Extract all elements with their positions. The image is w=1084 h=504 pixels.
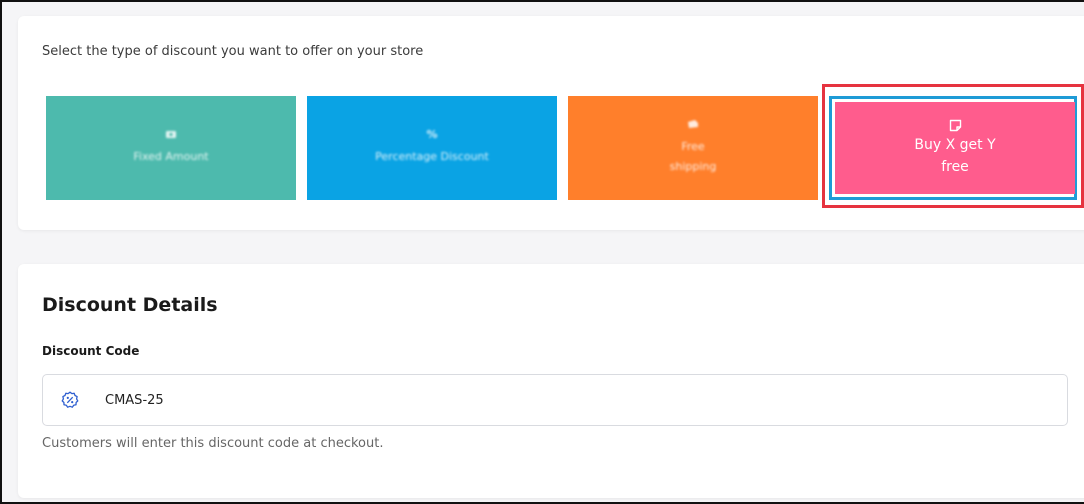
truck-icon bbox=[687, 119, 699, 129]
percentage-discount-label: Percentage Discount bbox=[375, 150, 489, 163]
discount-type-card: Select the type of discount you want to … bbox=[18, 16, 1084, 230]
percentage-discount-option[interactable]: % Percentage Discount bbox=[307, 96, 557, 200]
discount-code-helper-text: Customers will enter this discount code … bbox=[42, 436, 384, 451]
fixed-amount-label: Fixed Amount bbox=[133, 150, 209, 163]
money-icon bbox=[165, 129, 177, 139]
discount-code-label: Discount Code bbox=[42, 344, 140, 358]
percent-icon: % bbox=[426, 127, 438, 141]
buy-x-get-y-label-line1: Buy X get Y bbox=[914, 137, 996, 153]
discount-code-input[interactable] bbox=[103, 391, 1007, 409]
buy-x-get-y-option[interactable]: Buy X get Y free bbox=[835, 102, 1075, 194]
percent-badge-icon bbox=[61, 391, 79, 409]
discount-type-instruction: Select the type of discount you want to … bbox=[42, 44, 424, 59]
free-shipping-label-line1: Free bbox=[681, 140, 705, 153]
free-shipping-option[interactable]: Free shipping bbox=[568, 96, 818, 200]
free-shipping-label-line2: shipping bbox=[669, 160, 717, 173]
buy-x-get-y-label-line2: free bbox=[941, 159, 969, 175]
note-icon bbox=[948, 118, 962, 132]
discount-details-card: Discount Details Discount Code Customers… bbox=[18, 264, 1084, 498]
fixed-amount-option[interactable]: Fixed Amount bbox=[46, 96, 296, 200]
discount-code-field[interactable] bbox=[42, 374, 1068, 426]
discount-details-title: Discount Details bbox=[42, 294, 218, 316]
